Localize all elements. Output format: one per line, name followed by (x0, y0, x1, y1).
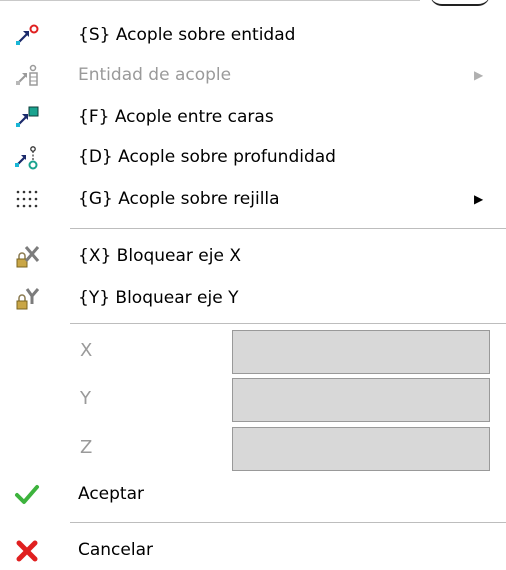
lock-x-icon (14, 244, 40, 270)
checkmark-icon (14, 482, 40, 508)
snap-entity-icon (14, 23, 40, 49)
menu-item-label: {G} Acople sobre rejilla (78, 189, 280, 209)
menu-separator (70, 323, 506, 324)
coord-y-label: Y (80, 388, 91, 409)
menu-separator (70, 522, 506, 523)
snap-depth-icon (14, 145, 40, 171)
context-menu: {S} Acople sobre entidad Entidad de acop… (0, 0, 506, 566)
coord-y-field[interactable] (232, 378, 490, 422)
submenu-arrow-icon: ▶ (474, 192, 484, 206)
menu-top-edge (0, 0, 506, 6)
menu-item-label: Cancelar (78, 540, 153, 560)
menu-item-snap-entity-type[interactable]: Entidad de acople ▶ (0, 55, 506, 95)
submenu-arrow-icon: ▶ (474, 68, 484, 82)
menu-item-label: {S} Acople sobre entidad (78, 25, 296, 45)
menu-item-snap-faces[interactable]: {F} Acople entre caras (0, 97, 506, 137)
lock-y-icon (14, 286, 40, 312)
menu-item-lock-y[interactable]: {Y} Bloquear eje Y (0, 278, 506, 318)
menu-item-accept[interactable]: Aceptar (0, 474, 506, 514)
menu-item-label: {D} Acople sobre profundidad (78, 147, 336, 167)
menu-item-cancel[interactable]: Cancelar (0, 530, 506, 570)
menu-item-snap-depth[interactable]: {D} Acople sobre profundidad (0, 137, 506, 177)
coord-z-field[interactable] (232, 427, 490, 471)
menu-item-snap-grid[interactable]: {G} Acople sobre rejilla ▶ (0, 179, 506, 219)
coord-x-field[interactable] (232, 330, 490, 374)
menu-item-snap-entity[interactable]: {S} Acople sobre entidad (0, 15, 506, 55)
coord-x-label: X (80, 340, 93, 361)
coord-z-label: Z (80, 437, 93, 458)
snap-entity-type-icon (14, 63, 40, 89)
menu-item-label: Entidad de acople (78, 65, 232, 85)
snap-grid-icon (14, 187, 40, 213)
menu-item-label: {X} Bloquear eje X (78, 246, 241, 266)
cancel-x-icon (14, 538, 40, 564)
snap-faces-icon (14, 105, 40, 131)
window-edge-curve (430, 0, 490, 6)
top-divider (0, 0, 420, 1)
menu-item-label: {Y} Bloquear eje Y (78, 288, 239, 308)
menu-item-label: Aceptar (78, 484, 144, 504)
menu-item-label: {F} Acople entre caras (78, 107, 274, 127)
menu-item-lock-x[interactable]: {X} Bloquear eje X (0, 236, 506, 276)
menu-separator (70, 228, 506, 229)
